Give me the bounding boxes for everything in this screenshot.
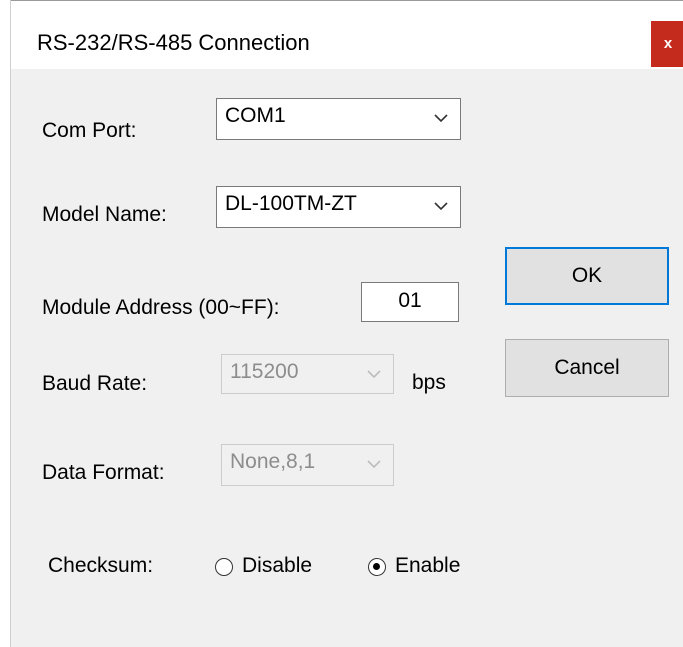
com-port-select[interactable]: COM1: [216, 98, 461, 140]
chevron-down-icon: [367, 460, 381, 469]
data-format-label: Data Format:: [42, 461, 165, 484]
com-port-value: COM1: [225, 104, 286, 127]
ok-button[interactable]: OK: [505, 247, 669, 305]
chevron-down-icon: [434, 114, 448, 123]
chevron-down-icon: [434, 202, 448, 211]
title-bar: RS-232/RS-485 Connection x: [11, 0, 683, 69]
baud-rate-unit: bps: [412, 371, 446, 394]
radio-unchecked-icon: [215, 558, 233, 576]
model-name-label: Model Name:: [42, 203, 167, 226]
cancel-button[interactable]: Cancel: [505, 339, 669, 397]
checksum-enable-label: Enable: [395, 554, 461, 577]
close-icon: x: [663, 35, 673, 52]
chevron-down-icon: [367, 370, 381, 379]
module-address-input[interactable]: 01: [361, 282, 459, 322]
radio-checked-icon: [368, 558, 386, 576]
connection-dialog: RS-232/RS-485 Connection x Com Port: COM…: [10, 0, 683, 647]
module-address-label: Module Address (00~FF):: [42, 296, 280, 319]
dialog-title: RS-232/RS-485 Connection: [37, 30, 310, 55]
checksum-label: Checksum:: [48, 554, 154, 577]
data-format-select[interactable]: None,8,1: [221, 444, 394, 486]
model-name-value: DL-100TM-ZT: [225, 192, 357, 215]
baud-rate-label: Baud Rate:: [42, 372, 148, 395]
baud-rate-select[interactable]: 115200: [221, 354, 394, 394]
com-port-label: Com Port:: [42, 119, 137, 142]
data-format-value: None,8,1: [230, 450, 316, 473]
baud-rate-value: 115200: [230, 360, 299, 383]
close-button[interactable]: x: [651, 21, 683, 67]
model-name-select[interactable]: DL-100TM-ZT: [216, 186, 461, 228]
checksum-disable-label: Disable: [242, 554, 313, 577]
